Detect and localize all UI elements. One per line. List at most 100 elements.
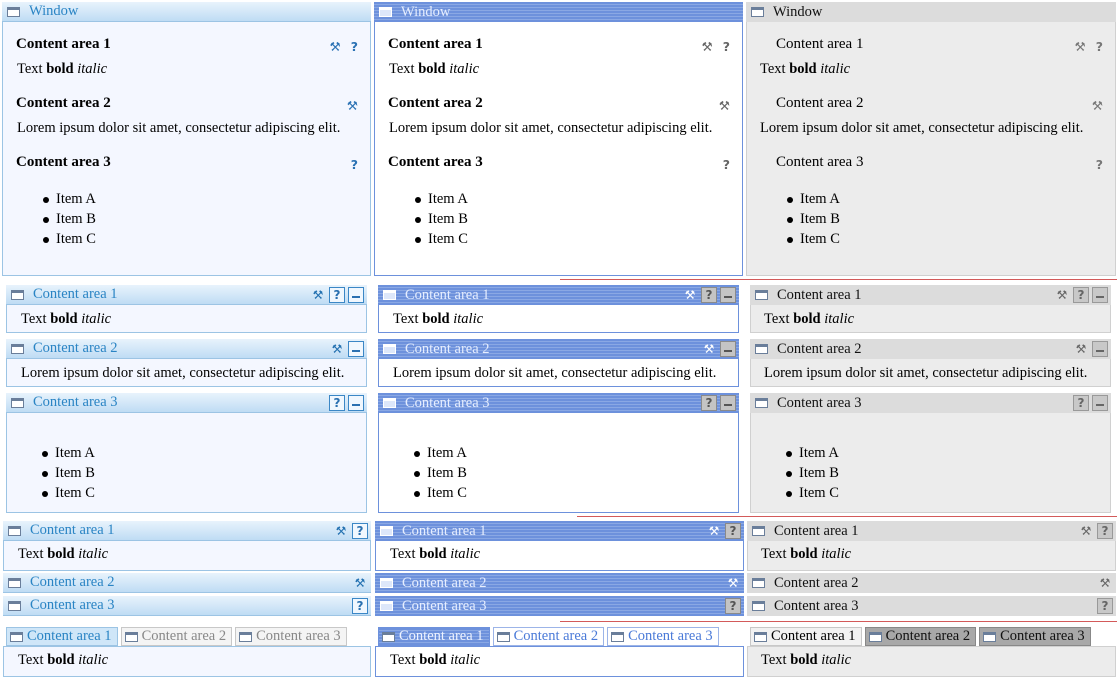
- window-header[interactable]: Window: [746, 2, 1116, 22]
- portlet-header[interactable]: Content area 3?: [750, 393, 1111, 413]
- wrench-icon[interactable]: ⚒: [719, 98, 730, 113]
- section-tools: ⚒?: [330, 39, 358, 54]
- help-icon[interactable]: ?: [1073, 395, 1089, 411]
- wrench-icon[interactable]: ⚒: [706, 523, 722, 539]
- minimize-icon[interactable]: [1092, 287, 1108, 303]
- help-icon[interactable]: ?: [1096, 39, 1103, 54]
- wrench-icon[interactable]: ⚒: [347, 98, 358, 113]
- window-header[interactable]: Window: [2, 2, 371, 22]
- minimize-icon[interactable]: [348, 287, 364, 303]
- section-title: Content area 1: [16, 36, 111, 52]
- window-icon: [7, 6, 20, 17]
- help-icon[interactable]: ?: [351, 157, 358, 172]
- portlet-header[interactable]: Content area 2 ⚒: [378, 339, 739, 359]
- panel-tools: ?: [701, 395, 736, 411]
- wrench-icon[interactable]: ⚒: [1073, 341, 1089, 357]
- accordion-header[interactable]: Content area 3?: [375, 596, 744, 616]
- window-icon: [380, 526, 393, 536]
- wrench-icon[interactable]: ⚒: [333, 523, 349, 539]
- accordion-header[interactable]: Content area 3?: [3, 596, 371, 616]
- portlet-header[interactable]: Content area 1 ⚒?: [750, 285, 1111, 305]
- help-icon[interactable]: ?: [352, 598, 368, 614]
- panel-tools: ⚒: [1097, 575, 1113, 591]
- tab-content-area-1[interactable]: Content area 1: [378, 627, 490, 646]
- portlet-header[interactable]: Content area 3?: [378, 393, 739, 413]
- accordion-header[interactable]: Content area 3?: [747, 596, 1116, 616]
- accordion-header[interactable]: Content area 2 ⚒: [747, 573, 1116, 593]
- help-icon[interactable]: ?: [1096, 157, 1103, 172]
- portlet-title: Content area 2: [33, 340, 118, 356]
- help-icon[interactable]: ?: [723, 39, 730, 54]
- portlet-header[interactable]: Content area 1 ⚒?: [378, 285, 739, 305]
- tab-bar: Content area 1 Content area 2 Content area…: [375, 625, 744, 646]
- wrench-icon[interactable]: ⚒: [352, 575, 368, 591]
- tab-label: Content area 1: [771, 628, 856, 644]
- wrench-icon[interactable]: ⚒: [702, 39, 713, 54]
- minimize-icon[interactable]: [348, 395, 364, 411]
- help-icon[interactable]: ?: [329, 395, 345, 411]
- tab-content-area-3[interactable]: Content area 3: [607, 627, 719, 646]
- minimize-icon[interactable]: [1092, 395, 1108, 411]
- wrench-icon[interactable]: ⚒: [701, 341, 717, 357]
- accordion-header[interactable]: Content area 2 ⚒: [375, 573, 744, 593]
- accordion-title: Content area 2: [30, 574, 115, 590]
- help-icon[interactable]: ?: [701, 287, 717, 303]
- text-line: Text bold italic: [390, 546, 481, 562]
- tab-content-area-3[interactable]: Content area 3: [979, 627, 1091, 646]
- accordion-header[interactable]: Content area 2 ⚒: [3, 573, 371, 593]
- tab-content-area-2[interactable]: Content area 2: [120, 627, 233, 646]
- help-icon[interactable]: ?: [725, 598, 741, 614]
- wrench-icon[interactable]: ⚒: [1075, 39, 1086, 54]
- help-icon[interactable]: ?: [1097, 598, 1113, 614]
- section-title: Content area 3: [776, 154, 864, 170]
- tab-content-area-1[interactable]: Content area 1: [6, 627, 118, 646]
- wrench-icon[interactable]: ⚒: [1097, 575, 1113, 591]
- accordion-header[interactable]: Content area 1 ⚒?: [3, 521, 371, 541]
- wrench-icon[interactable]: ⚒: [310, 287, 326, 303]
- help-icon[interactable]: ?: [701, 395, 717, 411]
- minimize-icon[interactable]: [1092, 341, 1108, 357]
- item-list: Item A Item B Item C: [42, 443, 95, 503]
- minimize-icon[interactable]: [720, 341, 736, 357]
- portlet-header[interactable]: Content area 2 ⚒: [750, 339, 1111, 359]
- minimize-icon[interactable]: [720, 395, 736, 411]
- wrench-icon[interactable]: ⚒: [1092, 98, 1103, 113]
- help-icon[interactable]: ?: [352, 523, 368, 539]
- window-icon: [755, 290, 768, 300]
- tab-label: Content area 3: [256, 628, 341, 644]
- tab-content-area-3[interactable]: Content area 3: [235, 627, 347, 646]
- help-icon[interactable]: ?: [725, 523, 741, 539]
- portlet-header[interactable]: Content area 1 ⚒?: [6, 285, 367, 305]
- window-header[interactable]: Window: [374, 2, 743, 22]
- wrench-icon[interactable]: ⚒: [725, 575, 741, 591]
- help-icon[interactable]: ?: [351, 39, 358, 54]
- accordion-header[interactable]: Content area 1 ⚒?: [747, 521, 1116, 541]
- accordion-header[interactable]: Content area 1 ⚒?: [375, 521, 744, 541]
- wrench-icon[interactable]: ⚒: [330, 39, 341, 54]
- panel-tools: ⚒?: [706, 523, 741, 539]
- portlet-title: Content area 3: [777, 394, 862, 411]
- tab-content-area-1[interactable]: Content area 1: [750, 627, 862, 646]
- text-line: Text bold italic: [760, 61, 851, 77]
- minimize-icon[interactable]: [348, 341, 364, 357]
- wrench-icon[interactable]: ⚒: [1078, 523, 1094, 539]
- list-item: Item A: [42, 443, 95, 463]
- window-icon: [11, 289, 24, 300]
- help-icon[interactable]: ?: [329, 287, 345, 303]
- tab-content-area-2[interactable]: Content area 2: [492, 627, 605, 646]
- window-icon: [8, 577, 21, 588]
- help-icon[interactable]: ?: [1097, 523, 1113, 539]
- list-item: Item B: [786, 463, 839, 483]
- portlet-header[interactable]: Content area 2 ⚒: [6, 339, 367, 359]
- portlet-header[interactable]: Content area 3?: [6, 393, 367, 413]
- wrench-icon[interactable]: ⚒: [682, 287, 698, 303]
- window-panel: Window Content area 1 ⚒? Content area 2 ⚒ Con…: [374, 2, 743, 276]
- help-icon[interactable]: ?: [1073, 287, 1089, 303]
- help-icon[interactable]: ?: [723, 157, 730, 172]
- window-icon: [752, 526, 765, 536]
- tab-content-area-2[interactable]: Content area 2: [864, 627, 977, 646]
- wrench-icon[interactable]: ⚒: [329, 341, 345, 357]
- wrench-icon[interactable]: ⚒: [1054, 287, 1070, 303]
- accordion-title: Content area 2: [402, 574, 487, 591]
- minimize-icon[interactable]: [720, 287, 736, 303]
